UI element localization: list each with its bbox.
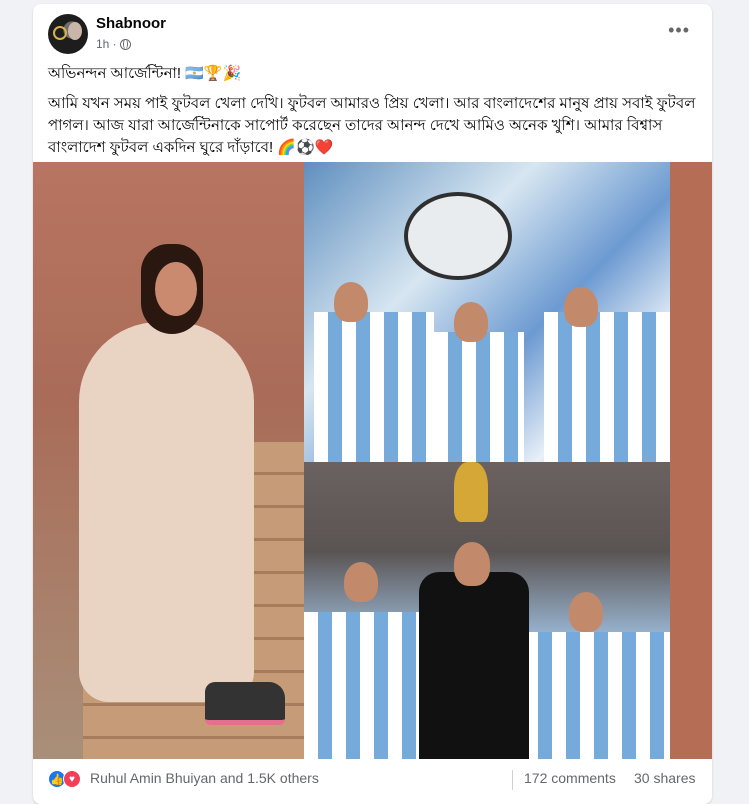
avatar-logo xyxy=(53,26,67,40)
post-card: Shabnoor 1h · ••• অভিনন্দন আর্জেন্টিনা! … xyxy=(33,4,712,804)
black-robe-shape xyxy=(419,572,529,759)
jersey-shape xyxy=(434,332,524,462)
team-celebration-image xyxy=(304,162,670,462)
globe-icon xyxy=(119,38,131,50)
face-shape xyxy=(155,262,197,316)
post-footer: 👍 ♥ Ruhul Amin Bhuiyan and 1.5K others 1… xyxy=(48,764,698,794)
post-header: Shabnoor 1h · ••• xyxy=(48,14,698,56)
author-name[interactable]: Shabnoor xyxy=(96,15,166,32)
player-head xyxy=(569,592,603,632)
comments-count[interactable]: 172 comments xyxy=(524,770,616,786)
jersey-shape xyxy=(544,312,670,462)
avatar[interactable] xyxy=(48,14,88,54)
reaction-count[interactable]: Ruhul Amin Bhuiyan and 1.5K others xyxy=(90,770,319,786)
photo-padding xyxy=(670,162,712,759)
player-head xyxy=(454,542,490,586)
jersey-shape xyxy=(304,612,434,759)
trophy-shape xyxy=(404,192,512,280)
post-body: আমি যখন সময় পাই ফুটবল খেলা দেখি। ফুটবল … xyxy=(48,95,696,156)
dress-shape xyxy=(79,322,254,702)
player-head xyxy=(334,282,368,322)
shoe-shape xyxy=(205,682,285,725)
more-options-button[interactable]: ••• xyxy=(668,20,690,41)
avatar-face xyxy=(68,22,82,40)
post-time[interactable]: 1h · xyxy=(96,37,117,51)
post-meta: 1h · xyxy=(96,37,131,51)
player-head xyxy=(344,562,378,602)
player-head xyxy=(564,287,598,327)
jersey-shape xyxy=(524,632,670,759)
player-head xyxy=(454,302,488,342)
world-cup-trophy-shape xyxy=(454,462,488,522)
divider xyxy=(512,770,513,790)
woman-portrait-image xyxy=(33,162,304,759)
post-photo[interactable] xyxy=(33,162,712,759)
reaction-icons[interactable]: 👍 ♥ xyxy=(48,770,84,788)
world-cup-trophy-image xyxy=(304,462,670,759)
love-icon: ♥ xyxy=(63,770,81,788)
jersey-shape xyxy=(314,312,434,462)
post-headline: অভিনন্দন আর্জেন্টিনা! 🇦🇷🏆🎉 xyxy=(48,65,242,82)
shares-count[interactable]: 30 shares xyxy=(634,770,695,786)
